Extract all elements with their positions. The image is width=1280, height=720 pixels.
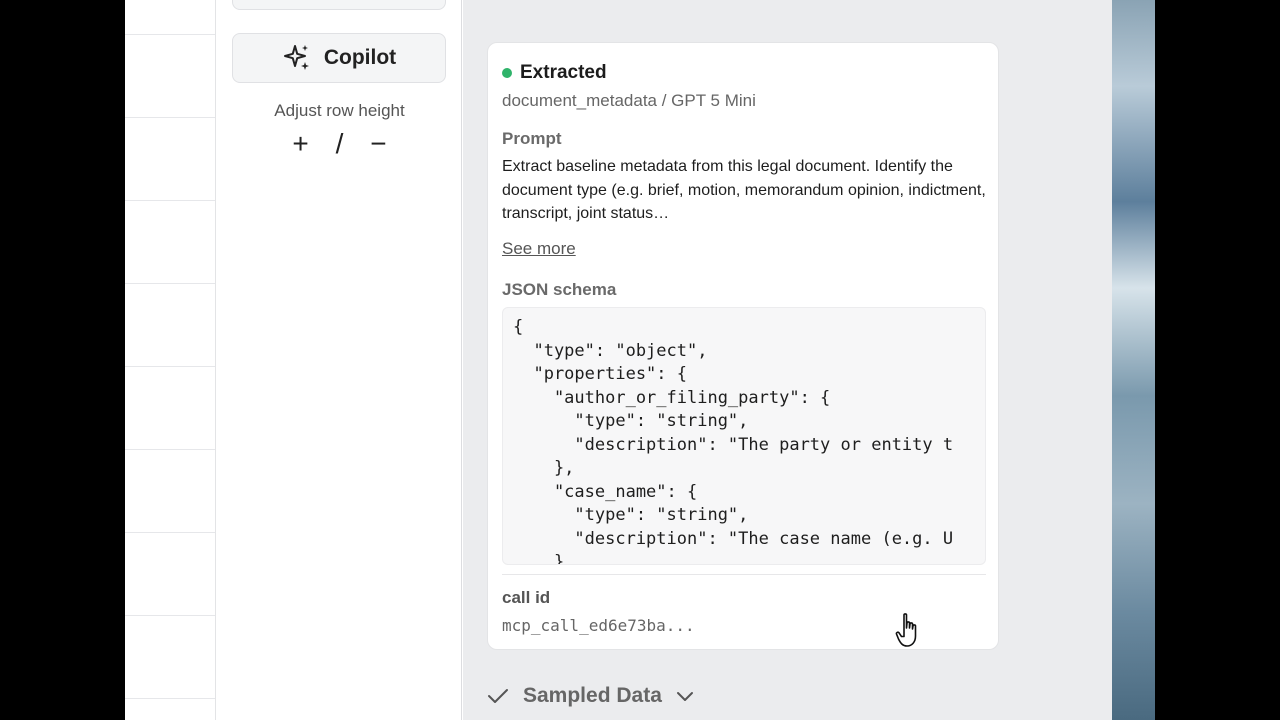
table-row[interactable] (125, 284, 215, 367)
sparkles-icon (283, 45, 309, 70)
row-height-separator: / (335, 128, 344, 159)
row-height-label: Adjust row height (274, 101, 405, 120)
copilot-button[interactable]: Copilot (232, 33, 446, 83)
hand-pointer-icon (895, 613, 917, 647)
sidebar: Copilot Adjust row height + / − (217, 0, 462, 720)
schema-label: JSON schema (502, 280, 617, 299)
extraction-card: Extracted document_metadata / GPT 5 Mini… (487, 42, 999, 650)
table-row[interactable] (125, 0, 215, 35)
increase-row-height-button[interactable]: + (288, 128, 314, 160)
main-panel: Extracted document_metadata / GPT 5 Mini… (463, 0, 1112, 720)
table-row[interactable] (125, 118, 215, 201)
table-row[interactable] (125, 201, 215, 284)
table-row[interactable] (125, 450, 215, 533)
desktop-wallpaper (1112, 0, 1155, 720)
status: Extracted (502, 62, 607, 84)
sampled-data-toggle[interactable]: Sampled Data (487, 684, 694, 708)
copilot-label: Copilot (323, 46, 397, 69)
table-row[interactable] (125, 367, 215, 450)
status-text: Extracted (520, 62, 607, 83)
check-icon (487, 687, 509, 705)
status-dot-icon (502, 68, 512, 78)
json-schema-viewer[interactable]: { "type": "object", "properties": { "aut… (502, 307, 986, 565)
row-height-controls: + / − (217, 128, 462, 160)
prompt-text: Extract baseline metadata from this lega… (502, 158, 986, 222)
table-row[interactable] (125, 616, 215, 699)
see-more-link[interactable]: See more (502, 239, 576, 259)
call-id-value: mcp_call_ed6e73ba... (502, 616, 695, 635)
app-window: Copilot Adjust row height + / − Extracte… (125, 0, 1112, 720)
divider (502, 574, 986, 575)
table-row[interactable] (125, 35, 215, 118)
chevron-down-icon (676, 690, 694, 702)
table-row[interactable] (125, 533, 215, 616)
card-subtitle: document_metadata / GPT 5 Mini (502, 91, 756, 110)
json-schema-code: { "type": "object", "properties": { "aut… (513, 317, 954, 565)
sampled-data-label: Sampled Data (523, 684, 662, 707)
prompt-label: Prompt (502, 129, 562, 148)
call-id-label: call id (502, 588, 551, 607)
table-column (125, 0, 216, 720)
desktop-background (1112, 0, 1280, 720)
decrease-row-height-button[interactable]: − (365, 128, 391, 160)
sidebar-top-button[interactable] (232, 0, 446, 10)
